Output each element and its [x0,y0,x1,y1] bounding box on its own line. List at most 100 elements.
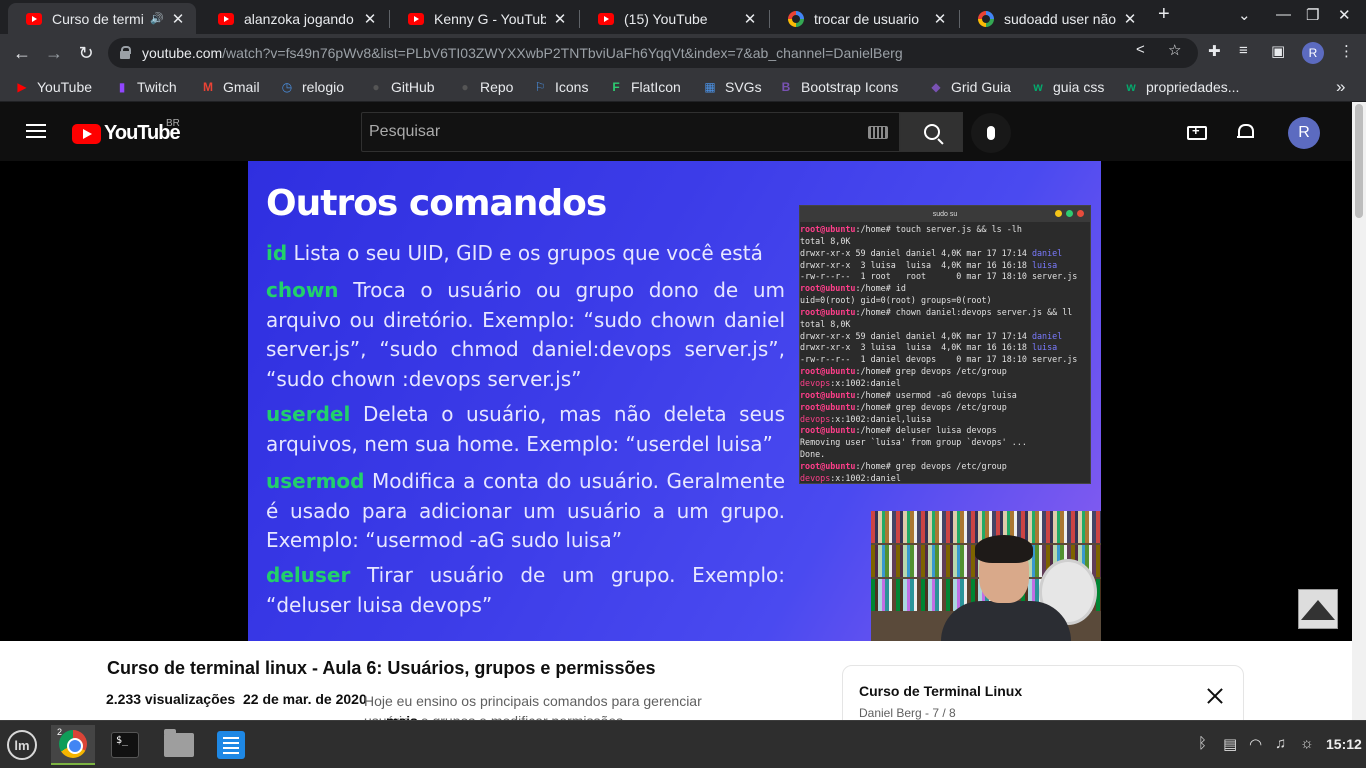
country-code: BR [166,118,180,129]
bookmark-star-icon[interactable]: ☆ [1168,41,1181,59]
tab-close-icon[interactable]: ✕ [552,10,568,28]
channel-watermark-icon[interactable] [1298,589,1338,629]
bookmark-item[interactable]: M Gmail [200,77,260,97]
bookmark-label: Twitch [137,79,177,95]
search-button[interactable] [900,112,963,152]
browser-tab[interactable]: Curso de termi 🔊 ✕ [8,3,196,34]
command-name: usermod [266,469,365,493]
clipboard-icon[interactable]: ▤ [1223,735,1237,753]
bookmark-item[interactable]: ◷ relogio [279,77,344,97]
extensions-icon[interactable]: ✚ [1208,42,1221,60]
address-bar[interactable]: youtube.com/watch?v=fs49n76pWv8&list=PLb… [108,38,1198,68]
page-scrollbar[interactable] [1352,102,1366,720]
command-name: deluser [266,563,351,587]
bluetooth-icon[interactable]: ᛒ [1198,735,1207,752]
video-title: Curso de terminal linux - Aula 6: Usuári… [107,658,656,678]
tab-title: sudoadd user não [1004,10,1116,27]
url-path: /watch?v=fs49n76pWv8&list=PLbV6TI03ZWYXX… [222,45,903,61]
hamburger-menu-icon[interactable] [26,124,46,138]
bookmark-item[interactable]: ▦ SVGs [702,77,762,97]
bookmark-item[interactable]: F FlatIcon [608,77,681,97]
terminal-titlebar: sudo su [800,206,1090,222]
more-bookmarks-button[interactable]: » [1336,77,1345,97]
bookmark-label: GitHub [391,79,435,95]
video-info: Curso de terminal linux - Aula 6: Usuári… [0,641,1352,735]
terminal-icon: $_ [111,732,139,758]
gmail-icon: M [203,80,213,94]
bookmark-item[interactable]: ● GitHub [368,77,435,97]
audio-playing-icon[interactable]: 🔊 [150,12,164,25]
browser-tab[interactable]: trocar de usuario ✕ [770,3,958,34]
forward-icon[interactable]: → [41,40,67,66]
bookmark-label: SVGs [725,79,762,95]
mint-logo-icon: lm [7,730,37,760]
taskbar-terminal[interactable]: $_ [103,725,147,765]
taskbar-chrome[interactable]: 2 [51,725,95,765]
twitch-icon: ▮ [118,80,126,94]
tab-title: alanzoka jogando [244,10,354,27]
tab-search-icon[interactable]: ⌄ [1238,6,1251,24]
close-icon[interactable] [1205,686,1225,706]
command-description: usermod Modifica a conta do usuário. Ger… [266,467,785,556]
maximize-icon[interactable]: ❐ [1306,6,1319,24]
side-panel-icon[interactable]: ▣ [1271,42,1285,60]
create-video-icon[interactable] [1187,123,1207,140]
bookmark-item[interactable]: ◆ Grid Guia [928,77,1011,97]
bookmark-item[interactable]: w propriedades... [1123,77,1239,97]
tab-close-icon[interactable]: ✕ [1122,10,1138,28]
tab-close-icon[interactable]: ✕ [362,10,378,28]
bookmark-item[interactable]: ▶ YouTube [14,77,92,97]
browser-toolbar: ← → ↻ youtube.com/watch?v=fs49n76pWv8&li… [0,34,1366,72]
search-input[interactable]: Pesquisar [361,112,900,152]
youtube-icon: ▶ [17,80,27,94]
browser-tab[interactable]: Kenny G - YouTube ✕ [390,3,578,34]
command-name: chown [266,278,339,302]
bookmark-item[interactable]: ⚐ Icons [532,77,589,97]
bookmark-item[interactable]: ▮ Twitch [114,77,177,97]
mint-menu-button[interactable]: lm [0,725,44,765]
bookmark-label: Icons [555,79,589,95]
scrollbar-thumb[interactable] [1355,104,1363,218]
browser-tab[interactable]: alanzoka jogando ✕ [200,3,388,34]
bookmark-label: FlatIcon [631,79,681,95]
notifications-icon[interactable] [1237,123,1254,141]
taskbar-files[interactable] [157,725,201,765]
back-icon[interactable]: ← [9,40,35,66]
youtube-logo[interactable]: YouTube BR [72,118,181,145]
browser-tab[interactable]: sudoadd user não ✕ [960,3,1148,34]
tab-close-icon[interactable]: ✕ [170,10,186,28]
github-icon: ● [461,80,469,94]
voice-search-button[interactable] [971,113,1011,153]
window-close-icon[interactable]: ✕ [1338,6,1351,24]
bookmark-label: Repo [480,79,514,95]
profile-avatar[interactable]: R [1302,42,1324,64]
tab-close-icon[interactable]: ✕ [742,10,758,28]
bookmark-item[interactable]: w guia css [1030,77,1104,97]
bookmarks-bar: ▶ YouTube ▮ Twitch M Gmail ◷ relogio ● GitHub ● Rep… [0,72,1366,102]
github-icon: ● [372,80,380,94]
playlist-title[interactable]: Curso de Terminal Linux [859,683,1022,699]
keyboard-icon[interactable] [868,126,888,139]
browser-tab[interactable]: (15) YouTube ✕ [580,3,768,34]
wifi-icon[interactable]: ◠ [1249,735,1262,753]
video-player[interactable]: Outros comandos id Lista o seu UID, GID … [0,161,1352,641]
video-frame: Outros comandos id Lista o seu UID, GID … [248,161,1101,641]
taskbar-clock[interactable]: 15:12 [1326,736,1362,752]
share-icon[interactable]: < [1136,41,1145,58]
reload-icon[interactable]: ↻ [73,40,99,66]
menu-icon[interactable]: ⋮ [1339,42,1354,60]
chrome-icon [59,730,87,758]
sound-icon[interactable]: ♫ [1275,735,1286,752]
taskbar-text-editor[interactable] [209,725,253,765]
user-avatar[interactable]: R [1288,117,1320,149]
brightness-icon[interactable]: ☼ [1300,735,1314,752]
new-tab-button[interactable]: + [1158,3,1170,26]
google-icon [978,10,994,27]
microphone-icon [987,126,995,140]
bookmark-item[interactable]: ● Repo [457,77,513,97]
media-control-icon[interactable]: ≡ [1239,42,1248,59]
bookmark-item[interactable]: B Bootstrap Icons [778,77,899,97]
tab-close-icon[interactable]: ✕ [932,10,948,28]
youtube-page: YouTube BR Pesquisar R Outros comandos i… [0,102,1352,735]
minimize-icon[interactable]: — [1276,6,1291,23]
